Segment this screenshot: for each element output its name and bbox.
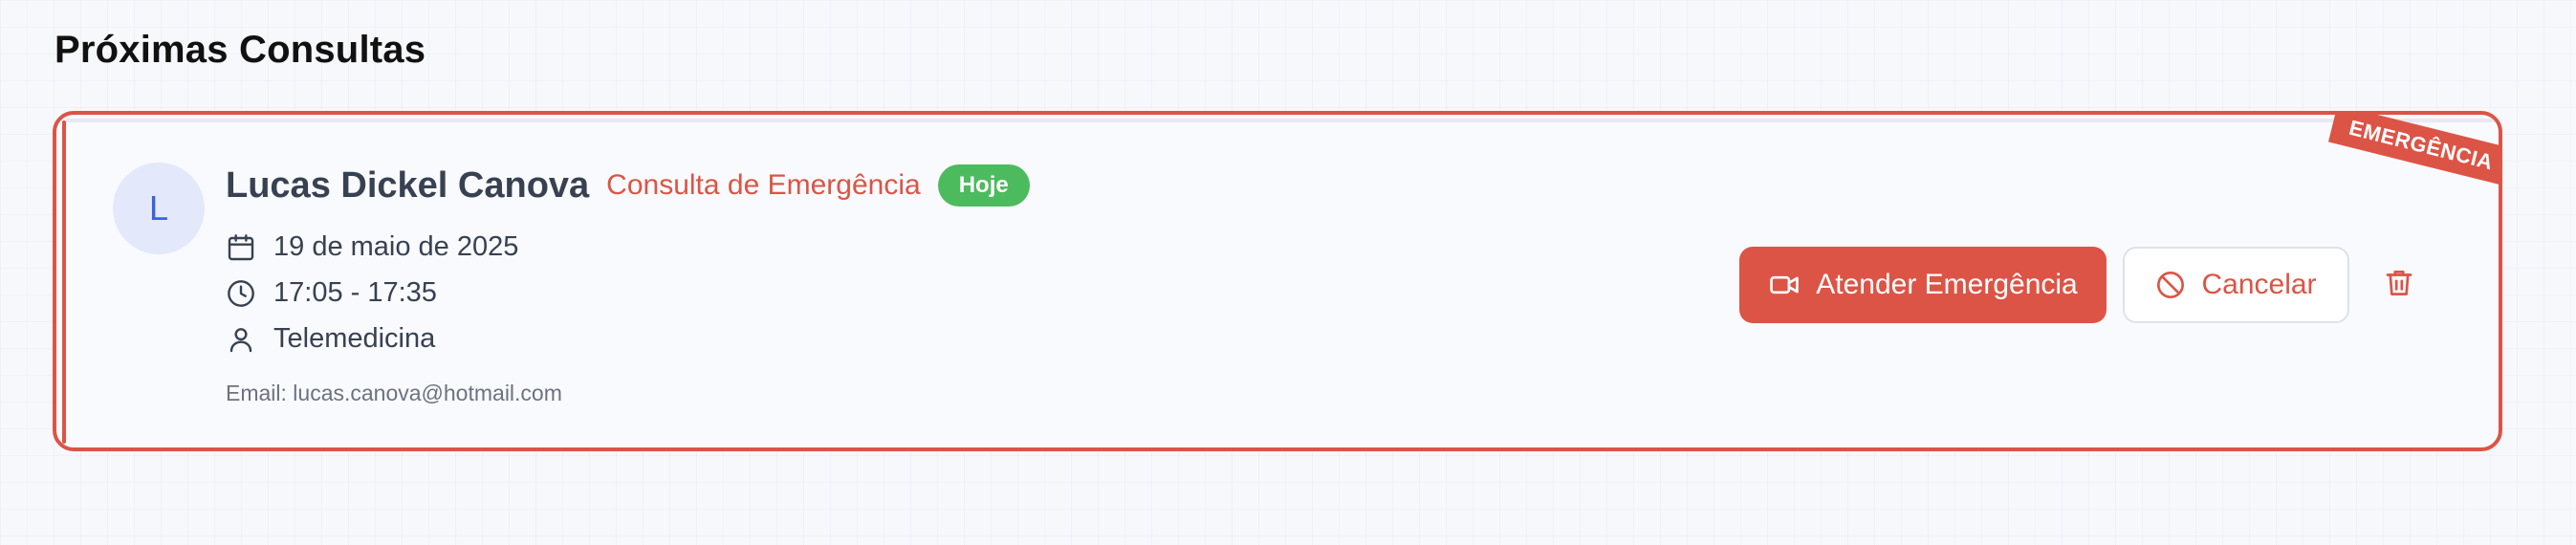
cancel-button[interactable]: Cancelar <box>2123 247 2349 323</box>
calendar-icon <box>226 232 256 263</box>
appointment-date: 19 de maio de 2025 <box>273 231 519 262</box>
appointment-mode: Telemedicina <box>273 323 436 354</box>
consult-type: Consulta de Emergência <box>606 169 921 201</box>
attend-emergency-button[interactable]: Atender Emergência <box>1739 247 2107 323</box>
ban-icon <box>2155 270 2186 300</box>
attend-emergency-label: Atender Emergência <box>1816 269 2078 300</box>
patient-header: Lucas Dickel Canova Consulta de Emergênc… <box>226 164 1030 207</box>
video-camera-icon <box>1768 269 1801 301</box>
delete-button[interactable] <box>2370 256 2428 314</box>
card-top-divider <box>66 119 2499 122</box>
page: Próximas Consultas EMERGÊNCIA L Lucas Di… <box>0 0 2576 545</box>
avatar: L <box>113 163 205 254</box>
appointment-time: 17:05 - 17:35 <box>273 277 437 308</box>
date-row: 19 de maio de 2025 <box>226 231 518 263</box>
patient-email: Email: lucas.canova@hotmail.com <box>226 381 562 405</box>
mode-row: Telemedicina <box>226 323 435 355</box>
clock-icon <box>226 278 256 309</box>
section-title: Próximas Consultas <box>55 29 426 71</box>
time-row: 17:05 - 17:35 <box>226 277 437 309</box>
cancel-label: Cancelar <box>2201 269 2317 300</box>
appointment-card: EMERGÊNCIA L Lucas Dickel Canova Consult… <box>53 111 2502 451</box>
user-icon <box>226 324 256 355</box>
today-badge: Hoje <box>937 164 1030 207</box>
card-accent-line <box>62 120 66 444</box>
trash-icon <box>2383 267 2415 304</box>
patient-name: Lucas Dickel Canova <box>226 164 590 206</box>
